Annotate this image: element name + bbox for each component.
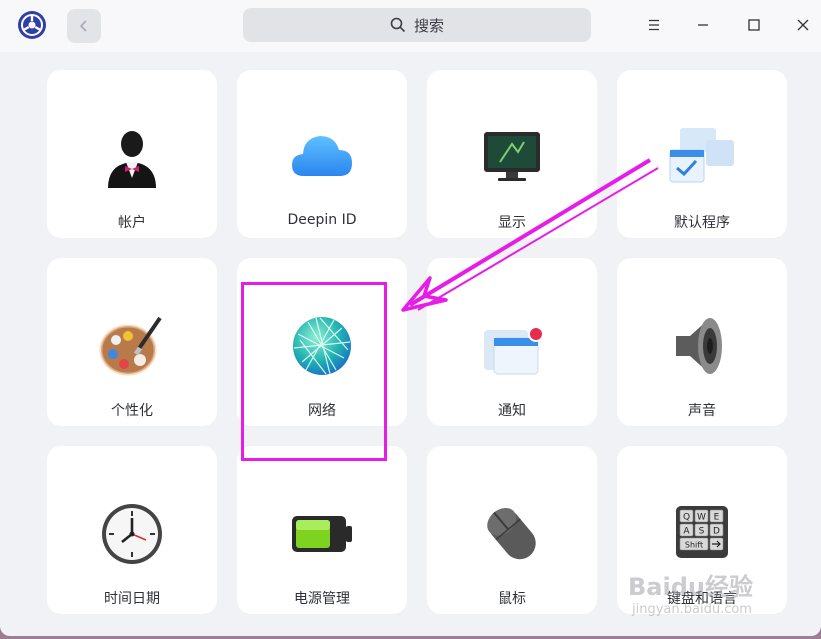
tile-label: 电源管理 — [294, 591, 350, 607]
key-s-label: S — [699, 527, 705, 537]
tile-label: Deepin ID — [287, 212, 357, 228]
notification-icon — [484, 326, 544, 375]
tile-notification[interactable]: 通知 — [427, 258, 597, 426]
clock-icon — [102, 504, 162, 564]
tile-datetime[interactable]: 时间日期 — [47, 446, 217, 614]
search-placeholder: 搜索 — [413, 16, 444, 35]
tile-account[interactable]: 帐户 — [47, 70, 217, 238]
search-icon — [390, 17, 406, 33]
key-shift-label: Shift — [685, 541, 703, 550]
menu-button[interactable] — [640, 11, 668, 39]
tile-deepin-id[interactable]: Deepin ID — [237, 70, 407, 238]
tile-label: 声音 — [688, 403, 716, 419]
cloud-icon — [292, 136, 352, 176]
tile-label: 时间日期 — [104, 591, 160, 607]
tile-display[interactable]: 显示 — [427, 70, 597, 238]
tile-label: 鼠标 — [498, 591, 526, 607]
tile-default-apps[interactable]: 默认程序 — [617, 70, 787, 238]
settings-grid: 帐户 Deepin ID 显示 默认程序 个性化 网络 通知 声音 时间日期 电… — [47, 70, 788, 615]
tile-personalization[interactable]: 个性化 — [47, 258, 217, 426]
close-button[interactable] — [789, 11, 817, 39]
watermark-url: jingyan.baidu.com — [632, 602, 752, 617]
tile-sound[interactable]: 声音 — [617, 258, 787, 426]
menu-icon — [649, 19, 659, 31]
titlebar: 搜索 — [0, 0, 821, 52]
close-icon — [797, 19, 809, 31]
back-button[interactable] — [67, 9, 101, 43]
tile-label: 帐户 — [118, 215, 146, 231]
display-icon — [484, 132, 540, 181]
default-apps-icon — [669, 128, 734, 183]
maximize-icon — [748, 19, 760, 31]
key-w-label: W — [697, 513, 706, 523]
minimize-icon — [698, 24, 708, 26]
palette-icon — [99, 316, 162, 376]
annotation-highlight-box — [241, 282, 387, 461]
key-a-label: A — [683, 527, 690, 537]
search-box[interactable]: 搜索 — [243, 8, 591, 42]
chevron-left-icon — [79, 20, 87, 32]
tile-label: 默认程序 — [674, 215, 730, 231]
control-center-logo-icon[interactable] — [17, 10, 47, 40]
tile-label: 显示 — [498, 215, 526, 231]
control-center-window: 搜索 帐户 Deepin ID 显示 默认程序 个性化 网络 通知 声音 时间日… — [0, 0, 821, 636]
minimize-button[interactable] — [689, 11, 717, 39]
maximize-button[interactable] — [740, 11, 768, 39]
watermark-brand: Baidu经验 — [628, 573, 753, 601]
tile-label: 个性化 — [111, 403, 153, 419]
tile-power[interactable]: 电源管理 — [237, 446, 407, 614]
speaker-icon — [676, 318, 722, 374]
battery-icon — [292, 516, 352, 552]
key-e-label: E — [714, 513, 720, 523]
account-icon — [108, 131, 156, 188]
key-d-label: D — [713, 527, 720, 537]
keyboard-icon: Q W E A S D Shift — [676, 506, 728, 558]
tile-mouse[interactable]: 鼠标 — [427, 446, 597, 614]
mouse-icon — [487, 507, 536, 560]
tile-label: 通知 — [498, 403, 526, 419]
key-q-label: Q — [683, 513, 690, 523]
